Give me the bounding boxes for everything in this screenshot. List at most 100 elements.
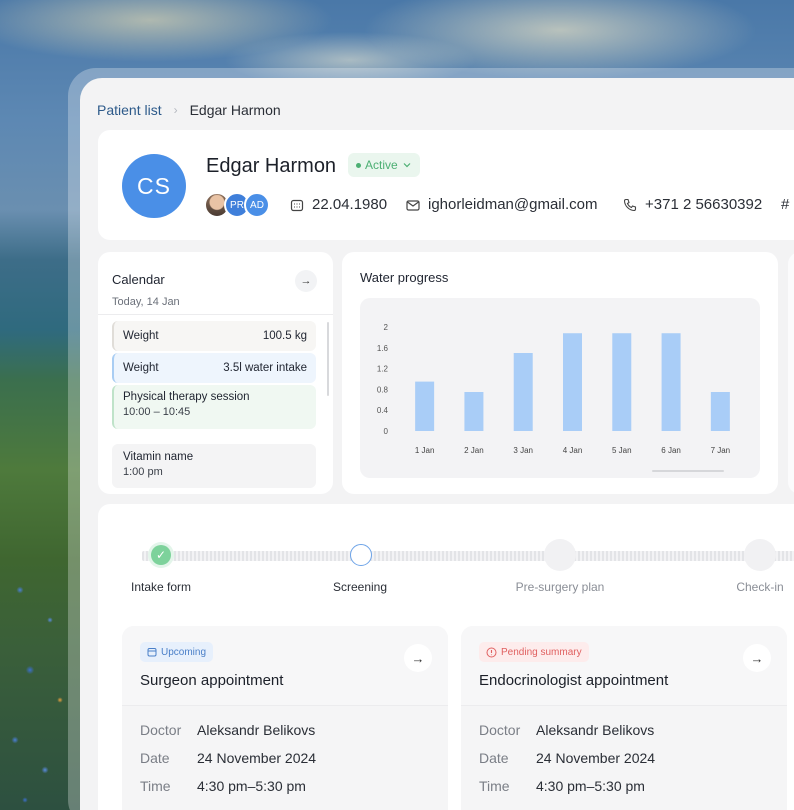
water-progress-chart: 0 0.4 0.8 1.2 1.6 2 1 Jan 2 Jan 3 Jan 4 Jan 5 Jan 6… (377, 323, 731, 472)
y-tick-label: 0.8 (377, 385, 389, 394)
check-icon: ✓ (151, 545, 171, 565)
y-tick-label: 0 (384, 427, 389, 436)
bar[interactable] (612, 333, 632, 431)
step-done-marker[interactable]: ✓ (148, 542, 174, 568)
bar[interactable] (415, 381, 435, 431)
appointment-doctor: Doctor Aleksandr Belikovs (479, 722, 654, 738)
status-dropdown[interactable]: Active (348, 153, 420, 177)
field-label: Time (140, 778, 171, 794)
field-label: Doctor (140, 722, 182, 738)
step-label: Check-in (736, 580, 784, 594)
divider (98, 314, 333, 315)
status-label: Active (365, 158, 398, 172)
arrow-right-icon[interactable]: → (404, 644, 432, 672)
phone-icon (623, 198, 637, 211)
appointment-date: Date 24 November 2024 (140, 750, 316, 766)
x-tick-label: 7 Jan (711, 446, 731, 455)
email-value: ighorleidman@gmail.com (428, 196, 598, 213)
appointment-header (122, 626, 448, 706)
field-label: Date (479, 750, 509, 766)
x-tick-label: 6 Jan (661, 446, 681, 455)
email-info[interactable]: ighorleidman@gmail.com (406, 196, 597, 213)
hash-info: # (781, 196, 789, 213)
journey-panel: ✓ Intake form Screening Pre-surgery plan… (98, 504, 794, 810)
calendar-event[interactable]: Weight 3.5l water intake (112, 353, 316, 383)
field-value: Aleksandr Belikovs (536, 722, 655, 738)
side-panel-stub (788, 252, 794, 494)
chart-scrollbar[interactable] (652, 470, 724, 472)
event-value: 100.5 kg (262, 330, 307, 342)
event-label: Physical therapy session (123, 391, 250, 403)
field-value: 24 November 2024 (197, 750, 317, 766)
field-label: Date (140, 750, 170, 766)
calendar-event[interactable]: Weight 100.5 kg (112, 321, 316, 351)
x-tick-label: 3 Jan (513, 446, 533, 455)
bar[interactable] (563, 333, 582, 431)
step-current-marker[interactable] (350, 544, 372, 566)
status-badge-label: Upcoming (161, 646, 207, 658)
phone-info[interactable]: +371 2 56630392 (623, 196, 762, 213)
team-member-ad: AD (244, 192, 270, 218)
status-badge-label: Pending summary (501, 646, 582, 658)
field-value: 4:30 pm–5:30 pm (197, 778, 306, 794)
event-label: Vitamin name (123, 451, 194, 463)
appointment-header (461, 626, 787, 706)
x-tick-label: 5 Jan (612, 446, 632, 455)
calendar-event[interactable]: Vitamin name 1:00 pm (112, 444, 316, 488)
step-todo-marker[interactable] (744, 539, 776, 571)
calendar-event[interactable]: Physical therapy session 10:00 – 10:45 (112, 385, 316, 429)
chart-title: Water progress (360, 270, 449, 285)
mail-icon (406, 199, 420, 211)
event-label: Weight (123, 330, 159, 342)
phone-value: +371 2 56630392 (645, 196, 763, 213)
arrow-right-icon[interactable]: → (295, 270, 317, 292)
breadcrumb: Patient list › Edgar Harmon (97, 102, 281, 118)
calendar-icon (147, 648, 157, 657)
x-tick-label: 4 Jan (563, 446, 583, 455)
care-team[interactable]: PR AD (204, 192, 270, 218)
y-tick-label: 0.4 (377, 406, 389, 415)
scrollbar[interactable] (327, 322, 329, 396)
status-dot-icon (356, 162, 361, 168)
appointment-card[interactable]: Upcoming Surgeon appointment → Doctor Al… (122, 626, 448, 810)
patient-detail-card: Patient list › Edgar Harmon CS Edgar Har… (80, 78, 794, 810)
avatar: CS (122, 154, 186, 218)
dob-info: 22.04.1980 (290, 196, 387, 213)
bar[interactable] (661, 333, 681, 431)
appointment-doctor: Doctor Aleksandr Belikovs (140, 722, 315, 738)
hash-icon: # (781, 196, 790, 213)
event-value: 1:00 pm (123, 466, 163, 478)
event-label: Weight (123, 362, 159, 374)
appointment-date: Date 24 November 2024 (479, 750, 655, 766)
bar[interactable] (710, 392, 730, 431)
arrow-right-icon[interactable]: → (743, 644, 771, 672)
breadcrumb-patient-list[interactable]: Patient list (97, 102, 162, 118)
calendar-today: Today, 14 Jan (112, 296, 180, 308)
field-label: Time (479, 778, 510, 794)
step-label: Pre-surgery plan (515, 580, 605, 594)
profile-panel: CS Edgar Harmon Active PR AD 22.04.1980 … (98, 130, 794, 240)
y-tick-label: 2 (384, 323, 389, 332)
field-label: Doctor (479, 722, 521, 738)
bar[interactable] (513, 353, 533, 431)
field-value: Aleksandr Belikovs (197, 722, 316, 738)
x-tick-label: 2 Jan (464, 446, 484, 455)
appointment-time: Time 4:30 pm–5:30 pm (140, 778, 306, 794)
calendar-panel: Calendar → Today, 14 Jan Weight 100.5 kg… (98, 252, 333, 494)
y-tick-label: 1.6 (377, 344, 389, 353)
y-tick-label: 1.2 (377, 365, 389, 374)
appointment-title: Endocrinologist appointment (479, 672, 669, 689)
field-value: 4:30 pm–5:30 pm (536, 778, 645, 794)
status-badge: Pending summary (479, 642, 589, 662)
bar[interactable] (464, 392, 484, 431)
step-label: Intake form (130, 580, 192, 594)
appointment-card[interactable]: Pending summary Endocrinologist appointm… (461, 626, 787, 810)
calendar-title: Calendar (112, 272, 165, 287)
progress-track (142, 551, 794, 561)
step-label: Screening (332, 580, 388, 594)
alert-circle-icon (486, 647, 497, 657)
event-value: 3.5l water intake (223, 362, 307, 374)
event-value: 10:00 – 10:45 (123, 406, 191, 418)
step-todo-marker[interactable] (544, 539, 576, 571)
status-badge: Upcoming (140, 642, 214, 662)
